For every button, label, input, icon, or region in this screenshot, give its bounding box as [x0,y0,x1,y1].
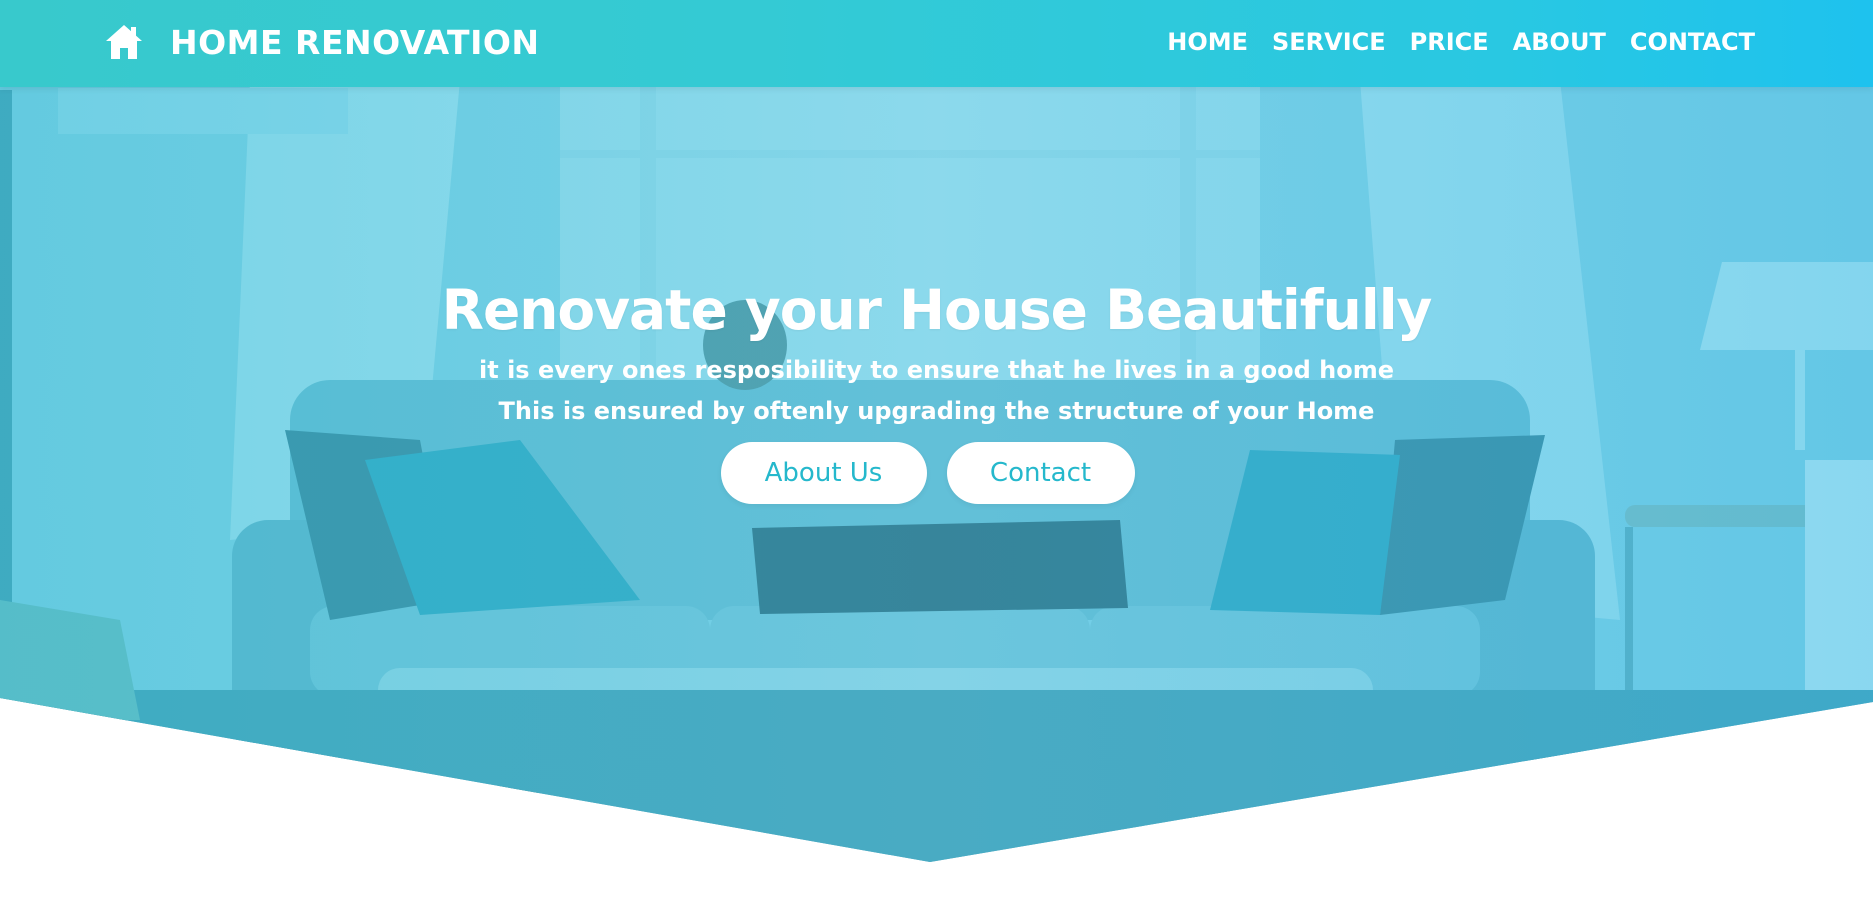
brand-logo[interactable]: HOME RENOVATION [104,20,540,64]
hero-button-group: About Us Contact [0,442,1873,504]
landing-page: HOME RENOVATION HOME SERVICE PRICE ABOUT… [0,0,1873,901]
brand-name: HOME RENOVATION [170,22,540,62]
nav-contact[interactable]: CONTACT [1630,28,1755,56]
nav-about[interactable]: ABOUT [1513,28,1606,56]
contact-button[interactable]: Contact [946,442,1135,504]
top-navbar: HOME RENOVATION HOME SERVICE PRICE ABOUT… [0,0,1873,87]
hero-content: Renovate your House Beautifully it is ev… [0,272,1873,504]
home-icon [106,25,142,59]
hero-subtitle-line-1: it is every ones resposibility to ensure… [479,356,1394,384]
hero-subtitle-line-2: This is ensured by oftenly upgrading the… [498,397,1375,425]
nav-service[interactable]: SERVICE [1272,28,1386,56]
hero-title: Renovate your House Beautifully [441,278,1433,342]
nav-home[interactable]: HOME [1167,28,1248,56]
nav-price[interactable]: PRICE [1410,28,1489,56]
main-navigation: HOME SERVICE PRICE ABOUT CONTACT [1167,22,1755,62]
about-us-button[interactable]: About Us [720,442,927,504]
